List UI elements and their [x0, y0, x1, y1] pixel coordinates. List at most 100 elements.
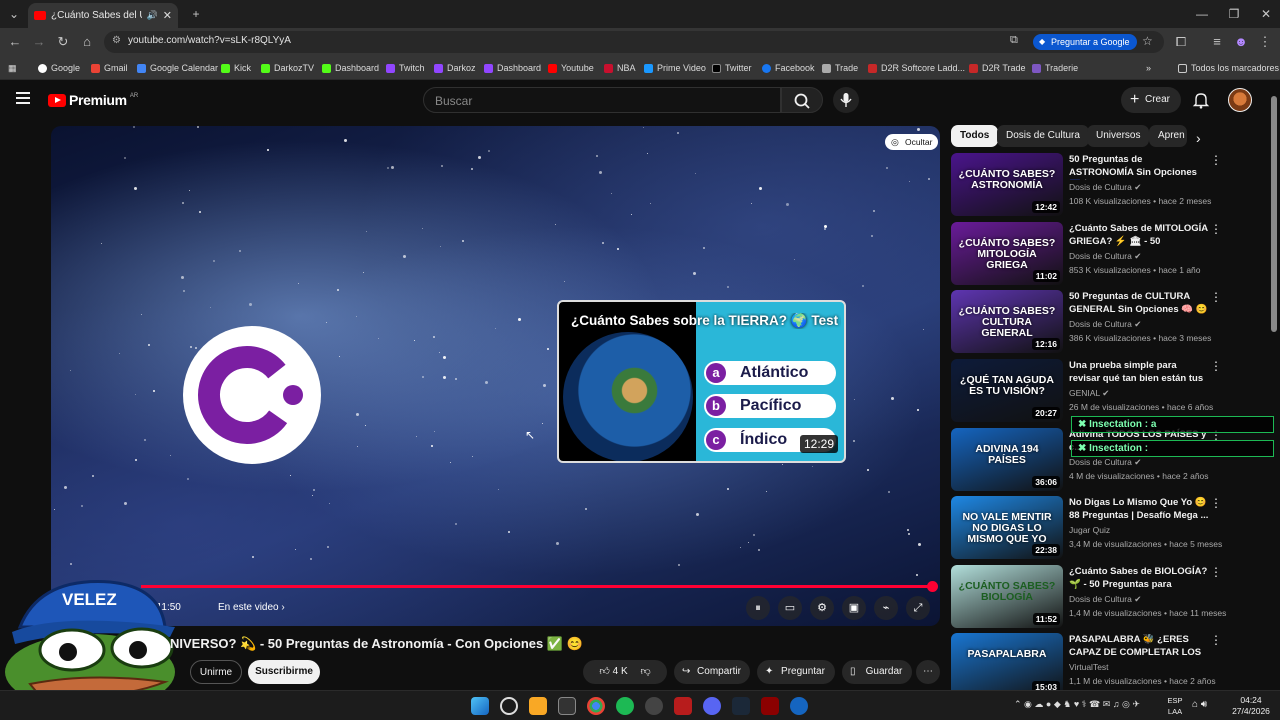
chrome-taskbar-icon[interactable]	[587, 697, 605, 715]
steam-icon[interactable]	[732, 697, 750, 715]
reload-icon[interactable]: ↻	[54, 33, 72, 51]
related-video-title[interactable]: PASAPALABRA 🐝 ¿ERES CAPAZ DE COMPLETAR L…	[1069, 633, 1209, 660]
profile-icon[interactable]: ☻	[1232, 33, 1250, 51]
hide-endscreen-button[interactable]: Ocultar	[885, 134, 939, 150]
taskbar-search-icon[interactable]	[500, 697, 518, 715]
chapters-button[interactable]: En este video ›	[218, 602, 285, 613]
bookmark-google-calendar[interactable]: Google Calendar	[137, 61, 218, 75]
home-icon[interactable]: ⌂	[78, 33, 96, 51]
create-button[interactable]: Crear	[1121, 87, 1181, 113]
settings-gear-icon[interactable]: ⚙	[810, 596, 834, 620]
video-options-kebab-icon[interactable]: ⋮	[1210, 359, 1222, 373]
user-avatar[interactable]	[1228, 88, 1252, 112]
close-tab-icon[interactable]: ✕	[163, 9, 172, 22]
install-app-icon[interactable]: ⧉	[1010, 34, 1018, 47]
join-button[interactable]: Unirme	[190, 660, 242, 684]
voice-search-button[interactable]	[833, 87, 859, 113]
menu-kebab-icon[interactable]: ⋮	[1256, 33, 1274, 51]
fullscreen-icon[interactable]: ⤢	[906, 596, 930, 620]
chip-todos[interactable]: Todos	[951, 125, 999, 147]
minimize-icon[interactable]: —	[1192, 5, 1212, 23]
related-video-channel[interactable]: Jugar Quiz	[1069, 525, 1110, 535]
search-input[interactable]: Buscar	[423, 87, 781, 113]
video-options-kebab-icon[interactable]: ⋮	[1210, 290, 1222, 304]
video-thumbnail[interactable]: ¿CUÁNTO SABES? BIOLOGÍA 11:52	[951, 565, 1063, 628]
bookmark-gmail[interactable]: Gmail	[91, 61, 128, 75]
bookmark-twitch[interactable]: Twitch	[386, 61, 425, 75]
related-video-channel[interactable]: VirtualTest	[1069, 662, 1109, 672]
dislike-icon[interactable]: 👎︎	[640, 666, 650, 677]
chips-next-chevron-icon[interactable]: ›	[1196, 130, 1201, 146]
bookmark-dashboard-twitch[interactable]: Dashboard	[484, 61, 541, 75]
video-thumbnail[interactable]: ¿CUÁNTO SABES? MITOLOGÍA GRIEGA 11:02	[951, 222, 1063, 285]
system-tray-icons[interactable]: ⌃ ◉ ☁ ● ◆ ♞ ♥ ⚕ ☎ ✉ ♫ ◎ ✈	[1014, 699, 1140, 710]
maximize-icon[interactable]: ❐	[1224, 5, 1244, 23]
forward-icon[interactable]: →	[30, 33, 48, 51]
miniplayer-icon[interactable]: ▣	[842, 596, 866, 620]
related-video-item[interactable]: ADIVINA 194 PAÍSES 36:06 Adivina TODOS LOS…	[951, 428, 1222, 492]
video-thumbnail[interactable]: ¿CUÁNTO SABES? CULTURA GENERAL 12:16	[951, 290, 1063, 353]
speaker-icon[interactable]: 🔊	[147, 10, 158, 21]
all-bookmarks[interactable]: Todos los marcadores	[1178, 61, 1279, 75]
clock[interactable]: 04:24 27/4/2026	[1226, 695, 1276, 717]
related-video-item[interactable]: ¿CUÁNTO SABES? MITOLOGÍA GRIEGA 11:02 ¿Cuá…	[951, 222, 1222, 286]
bookmark-darkoztv[interactable]: DarkozTV	[261, 61, 314, 75]
cast-icon[interactable]: ⌁	[874, 596, 898, 620]
chip-dosis-de-cultura[interactable]: Dosis de Cultura	[997, 125, 1089, 147]
video-thumbnail[interactable]: PASAPALABRA 15:03	[951, 633, 1063, 696]
bookmark-kick[interactable]: Kick	[221, 61, 251, 75]
bookmark-darkoz[interactable]: Darkoz	[434, 61, 476, 75]
related-video-title[interactable]: ¿Cuánto Sabes de MITOLOGÍA GRIEGA? ⚡ 🏛 -…	[1069, 222, 1209, 249]
bookmark-nba[interactable]: NBA	[604, 61, 636, 75]
video-thumbnail[interactable]: NO VALE MENTIR NO DIGAS LO MISMO QUE YO 2…	[951, 496, 1063, 559]
search-button[interactable]	[781, 87, 823, 113]
chip-universos[interactable]: Universos	[1087, 125, 1150, 147]
ask-google-button[interactable]: Preguntar a Google	[1033, 34, 1137, 50]
input-language[interactable]: ESP LAA	[1164, 695, 1186, 717]
site-info-icon[interactable]: ⚙	[112, 35, 121, 46]
youtube-premium-logo[interactable]: Premium AR	[48, 92, 138, 108]
start-menu-icon[interactable]	[471, 697, 489, 715]
bookmark-google[interactable]: Google	[38, 61, 80, 75]
like-dislike-group[interactable]: 👍︎ 4 K 👎︎	[583, 660, 667, 684]
browser-tab[interactable]: ¿Cuánto Sabes del UNIVERSO? 🔊 ✕	[28, 3, 178, 28]
more-bookmarks-icon[interactable]: »	[1146, 61, 1151, 75]
app-a-icon[interactable]	[558, 697, 576, 715]
network-volume-icons[interactable]: ⌂ 🔊︎	[1192, 699, 1207, 710]
related-video-channel[interactable]: Dosis de Cultura ✔	[1069, 319, 1141, 330]
bookmark-twitter[interactable]: Twitter	[712, 61, 752, 75]
related-video-channel[interactable]: GENIAL ✔	[1069, 388, 1109, 399]
video-options-kebab-icon[interactable]: ⋮	[1210, 565, 1222, 579]
related-video-title[interactable]: 50 Preguntas de ASTRONOMÍA Sin Opciones …	[1069, 153, 1209, 180]
related-video-channel[interactable]: Dosis de Cultura ✔	[1069, 457, 1141, 468]
bookmark-facebook[interactable]: Facebook	[762, 61, 815, 75]
video-options-kebab-icon[interactable]: ⋮	[1210, 496, 1222, 510]
related-video-title[interactable]: ¿Cuánto Sabes de BIOLOGÍA? 🌱 - 50 Pregun…	[1069, 565, 1209, 592]
obs-icon[interactable]	[645, 697, 663, 715]
bookmark-d2r-softcore[interactable]: D2R Softcore Ladd...	[868, 61, 965, 75]
video-thumbnail[interactable]: ADIVINA 194 PAÍSES 36:06	[951, 428, 1063, 491]
apps-grid-icon[interactable]: ▦	[8, 61, 17, 75]
progress-scrubber[interactable]	[927, 581, 938, 592]
new-tab-icon[interactable]: +	[186, 5, 206, 23]
related-video-channel[interactable]: Dosis de Cultura ✔	[1069, 251, 1141, 262]
page-scrollbar[interactable]	[1271, 96, 1277, 332]
related-video-item[interactable]: ¿CUÁNTO SABES? ASTRONOMÍA 12:42 50 Pregunt…	[951, 153, 1222, 217]
file-explorer-icon[interactable]	[529, 697, 547, 715]
video-thumbnail[interactable]: ¿QUÉ TAN AGUDA ES TU VISIÓN? 20:27	[951, 359, 1063, 422]
address-bar[interactable]: ⚙ youtube.com/watch?v=sLK-r8QLYyA ⧉ Preg…	[104, 31, 1164, 53]
related-video-item[interactable]: ¿CUÁNTO SABES? CULTURA GENERAL 12:16 50 Pr…	[951, 290, 1222, 354]
related-video-channel[interactable]: Dosis de Cultura ✔	[1069, 594, 1141, 605]
more-actions-button[interactable]: ⋯	[916, 660, 940, 684]
related-video-title[interactable]: Una prueba simple para revisar qué tan b…	[1069, 359, 1209, 386]
bookmark-star-icon[interactable]: ☆	[1142, 34, 1153, 48]
autoplay-toggle-icon[interactable]: ⏸	[746, 596, 770, 620]
bookmark-trade[interactable]: Trade	[822, 61, 858, 75]
media-controls-icon[interactable]: ≡	[1208, 33, 1226, 51]
subtitles-icon[interactable]: ▭	[778, 596, 802, 620]
related-video-item[interactable]: ¿QUÉ TAN AGUDA ES TU VISIÓN? 20:27 Una pru…	[951, 359, 1222, 423]
video-options-kebab-icon[interactable]: ⋮	[1210, 153, 1222, 167]
chip-aprender[interactable]: Apren	[1149, 125, 1187, 147]
save-button[interactable]: ▯ Guardar	[842, 660, 912, 684]
app-blue-icon[interactable]	[790, 697, 808, 715]
